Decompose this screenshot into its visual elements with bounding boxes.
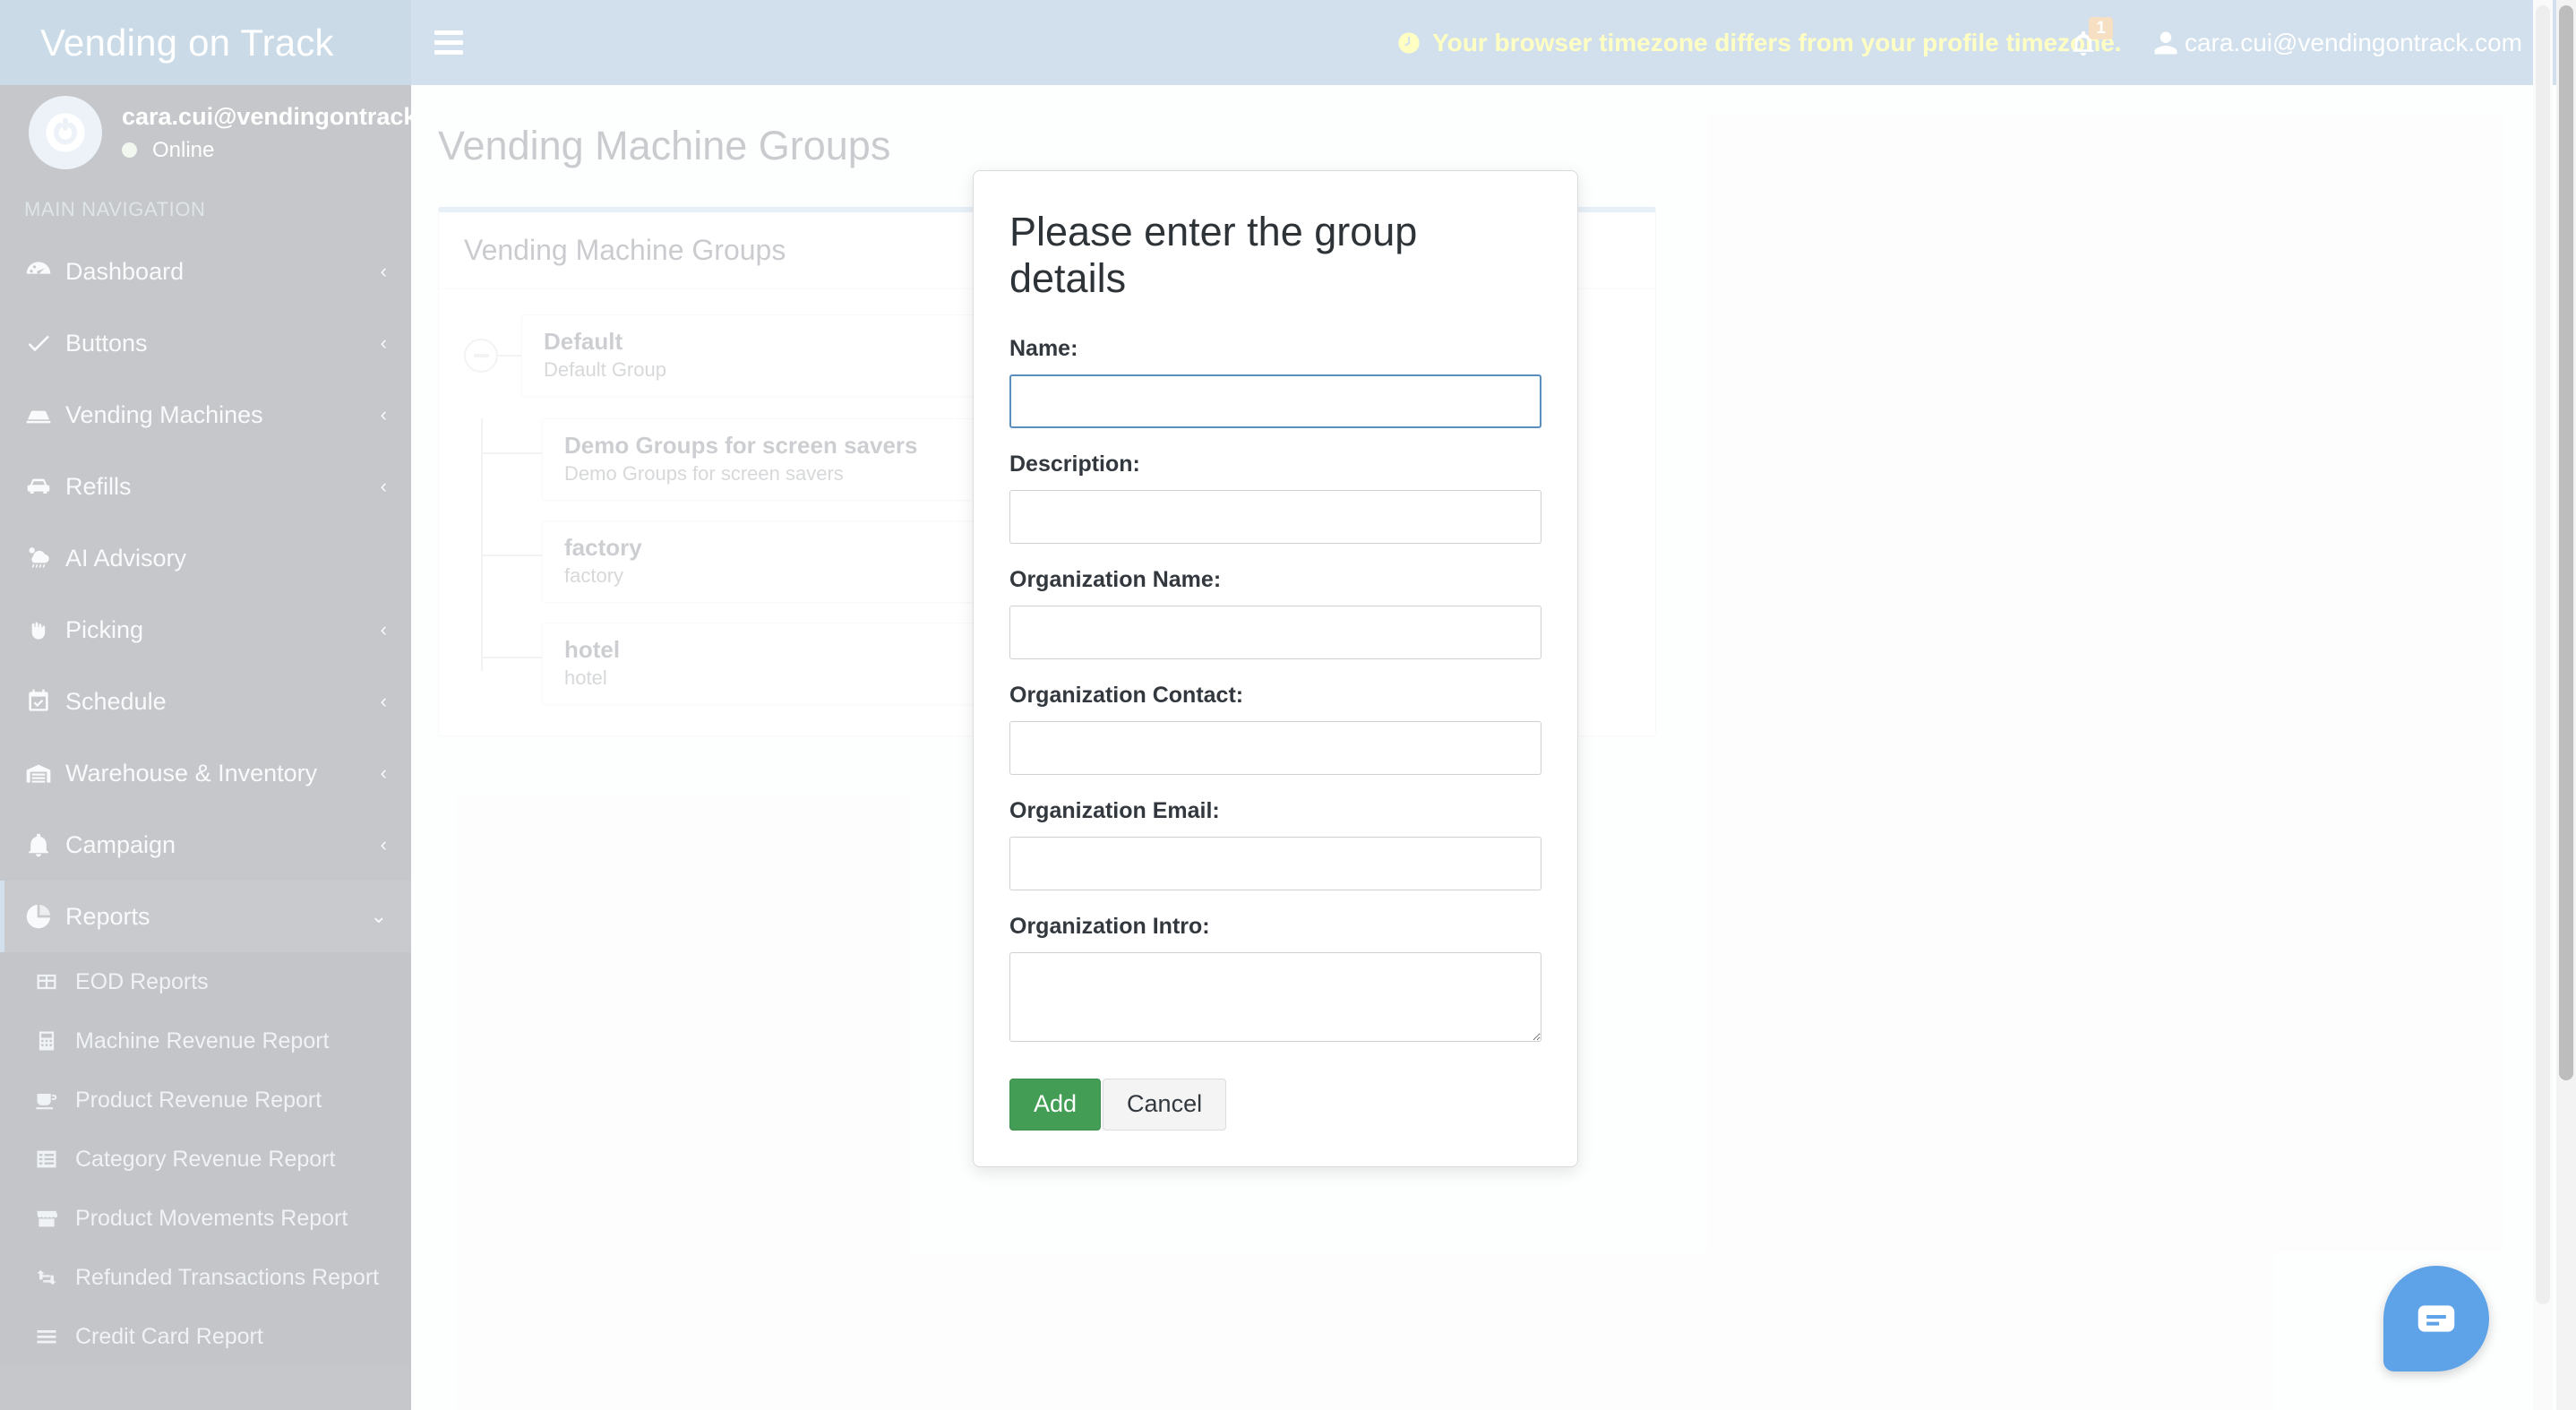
chat-widget-button[interactable]	[2383, 1266, 2489, 1371]
name-input[interactable]	[1009, 374, 1541, 428]
organization-contact-input[interactable]	[1009, 721, 1541, 775]
inner-scrollbar[interactable]	[2533, 0, 2553, 1410]
field-group-name: Name:	[1009, 336, 1541, 428]
organization-email-label: Organization Email:	[1009, 798, 1220, 823]
organization-name-label: Organization Name:	[1009, 567, 1222, 592]
group-details-modal: Please enter the group details Name: Des…	[973, 170, 1578, 1167]
name-label: Name:	[1009, 336, 1078, 361]
field-group-organization-name: Organization Name:	[1009, 567, 1541, 659]
field-group-description: Description:	[1009, 451, 1541, 544]
organization-intro-textarea[interactable]	[1009, 952, 1541, 1042]
add-button[interactable]: Add	[1009, 1079, 1102, 1131]
field-group-organization-contact: Organization Contact:	[1009, 683, 1541, 775]
field-group-organization-intro: Organization Intro:	[1009, 914, 1541, 1046]
description-input[interactable]	[1009, 490, 1541, 544]
field-group-organization-email: Organization Email:	[1009, 798, 1541, 890]
modal-title: Please enter the group details	[1009, 209, 1418, 301]
description-label: Description:	[1009, 451, 1140, 477]
page-scrollbar[interactable]	[2556, 0, 2576, 1410]
modal-actions: Add Cancel	[1009, 1079, 1541, 1131]
cancel-button[interactable]: Cancel	[1103, 1079, 1227, 1131]
inner-scrollbar-thumb[interactable]	[2536, 5, 2550, 1304]
app-root: Vending on Track cara.cui@vendingontrack…	[0, 0, 2576, 1410]
organization-intro-label: Organization Intro:	[1009, 914, 1210, 939]
chat-bubble-icon	[2417, 1305, 2455, 1332]
organization-contact-label: Organization Contact:	[1009, 683, 1244, 708]
organization-email-input[interactable]	[1009, 837, 1541, 890]
organization-name-input[interactable]	[1009, 606, 1541, 659]
page-scrollbar-thumb[interactable]	[2559, 5, 2573, 1080]
